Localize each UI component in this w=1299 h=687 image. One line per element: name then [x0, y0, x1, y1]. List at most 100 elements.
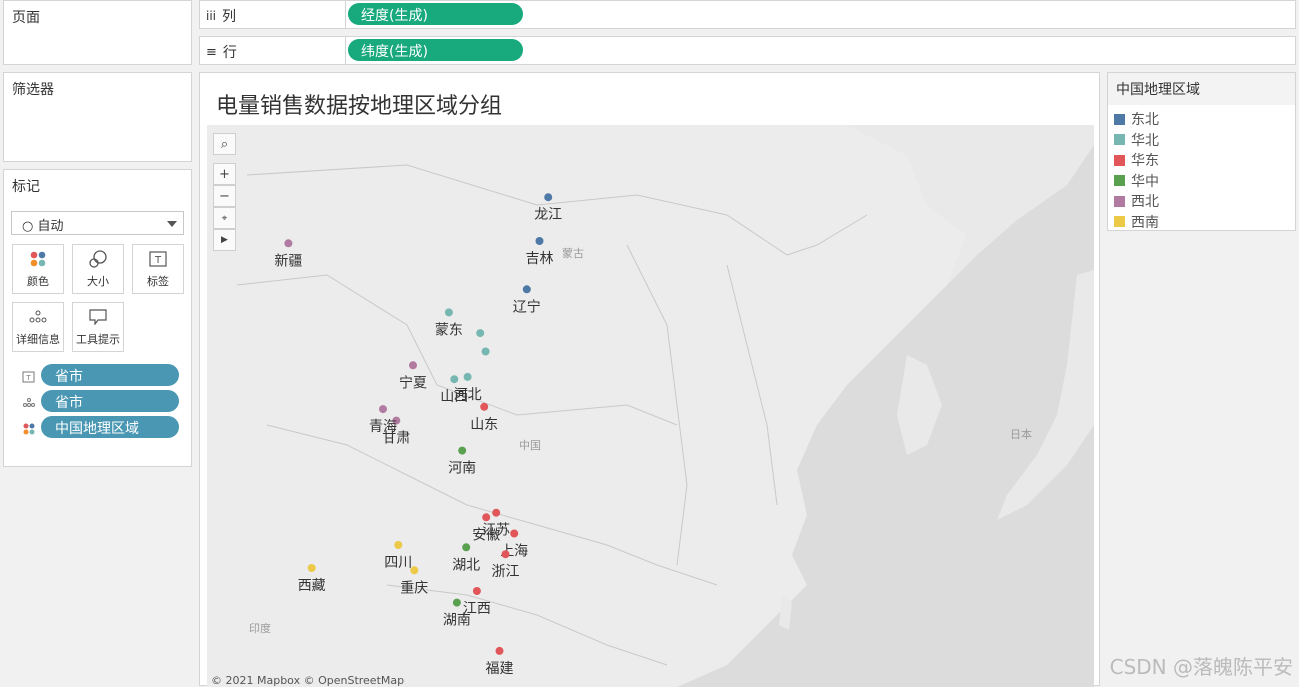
map-point[interactable] — [458, 447, 466, 455]
marks-title: 标记 — [4, 170, 191, 202]
columns-shelf[interactable]: iii 列 经度(生成) — [199, 0, 1296, 29]
legend-item[interactable]: 西南 — [1114, 212, 1159, 232]
map-point[interactable] — [502, 550, 510, 558]
map-point[interactable] — [284, 239, 292, 247]
legend-label: 华北 — [1131, 130, 1159, 150]
filters-panel[interactable]: 筛选器 — [3, 72, 192, 162]
legend-item[interactable]: 华中 — [1114, 171, 1159, 191]
pin-reset-icon[interactable]: ⌖ — [213, 207, 236, 229]
filters-title: 筛选器 — [4, 73, 191, 105]
point-label: 宁夏 — [399, 374, 427, 391]
map-point[interactable] — [453, 599, 461, 607]
map-point[interactable] — [510, 530, 518, 538]
detail-dots-icon — [22, 395, 36, 409]
legend-item[interactable]: 西北 — [1114, 191, 1159, 211]
map-point[interactable] — [308, 564, 316, 572]
map-point[interactable] — [473, 587, 481, 595]
svg-text:T: T — [154, 255, 162, 266]
label-button[interactable]: T 标签 — [132, 244, 184, 294]
map-point[interactable] — [464, 373, 472, 381]
color-field-pill[interactable]: 中国地理区域 — [41, 416, 179, 438]
latitude-pill[interactable]: 纬度(生成) — [348, 39, 523, 61]
map-point[interactable] — [379, 405, 387, 413]
legend-swatch — [1114, 216, 1125, 227]
legend-item[interactable]: 华北 — [1114, 130, 1159, 150]
legend-label: 西南 — [1131, 212, 1159, 232]
map-point[interactable] — [450, 375, 458, 383]
zoom-out-icon[interactable]: − — [213, 185, 236, 207]
point-label: 重庆 — [400, 580, 428, 596]
region-legend[interactable]: 中国地理区域 东北华北华东华中西北西南 — [1107, 72, 1296, 231]
point-label: 四川 — [384, 555, 412, 571]
chevron-down-icon — [167, 221, 177, 227]
size-circles-icon — [73, 245, 123, 273]
map-point[interactable] — [523, 285, 531, 293]
point-label: 青海 — [369, 419, 397, 435]
legend-label: 西北 — [1131, 191, 1159, 211]
point-label: 西藏 — [298, 578, 326, 594]
svg-text:T: T — [25, 374, 31, 382]
rows-icon: ≡ — [206, 45, 217, 60]
color-button[interactable]: 颜色 — [12, 244, 64, 294]
search-icon[interactable]: ⌕ — [213, 133, 236, 155]
basemap-label: 中国 — [519, 439, 541, 452]
pages-panel[interactable]: 页面 — [3, 0, 192, 65]
label-T-icon: T — [133, 245, 183, 273]
columns-shelf-label: iii 列 — [206, 6, 236, 26]
legend-label: 华东 — [1131, 150, 1159, 170]
detail-field-pill[interactable]: 省市 — [41, 390, 179, 412]
rows-shelf[interactable]: ≡ 行 纬度(生成) — [199, 36, 1296, 65]
label-T-icon: T — [22, 369, 36, 383]
rows-shelf-label: ≡ 行 — [206, 42, 237, 62]
point-label: 河南 — [448, 461, 476, 477]
columns-icon: iii — [206, 9, 216, 23]
longitude-pill[interactable]: 经度(生成) — [348, 3, 523, 25]
color-dots-icon — [13, 245, 63, 273]
map-point[interactable] — [476, 329, 484, 337]
color-dots-icon — [22, 421, 36, 435]
size-button[interactable]: 大小 — [72, 244, 124, 294]
label-field-pill[interactable]: 省市 — [41, 364, 179, 386]
map-point[interactable] — [492, 509, 500, 517]
legend-label: 华中 — [1131, 171, 1159, 191]
marks-panel: 标记 ○ 自动 颜色 大小 T 标签 详细信息 工具提示 T 省市 — [3, 169, 192, 467]
map-point[interactable] — [536, 237, 544, 245]
map-point[interactable] — [445, 308, 453, 316]
map-view: 电量销售数据按地理区域分组 蒙古中国日本印度龙江吉林辽宁蒙东河北山西山东江苏安徽… — [199, 72, 1100, 686]
map-attribution: © 2021 Mapbox © OpenStreetMap — [211, 674, 404, 687]
point-label: 山西 — [440, 389, 468, 405]
map-point[interactable] — [410, 566, 418, 574]
legend-item[interactable]: 华东 — [1114, 150, 1159, 170]
pages-title: 页面 — [4, 1, 191, 33]
legend-item[interactable]: 东北 — [1114, 109, 1159, 129]
detail-dots-icon — [13, 303, 63, 331]
map-svg[interactable]: 蒙古中国日本印度龙江吉林辽宁蒙东河北山西山东江苏安徽上海浙江江西福建河南湖北湖南… — [207, 125, 1094, 687]
point-label: 蒙东 — [435, 322, 463, 338]
basemap-label: 印度 — [249, 621, 271, 635]
map-canvas[interactable]: 蒙古中国日本印度龙江吉林辽宁蒙东河北山西山东江苏安徽上海浙江江西福建河南湖北湖南… — [207, 125, 1094, 687]
map-point[interactable] — [482, 348, 490, 356]
point-label: 安徽 — [472, 527, 500, 543]
map-point[interactable] — [482, 513, 490, 521]
legend-swatch — [1114, 196, 1125, 207]
map-point[interactable] — [409, 361, 417, 369]
map-title: 电量销售数据按地理区域分组 — [216, 88, 502, 120]
legend-title: 中国地理区域 — [1108, 73, 1295, 105]
basemap-label: 蒙古 — [562, 247, 584, 260]
point-label: 龙江 — [534, 207, 562, 223]
point-label: 辽宁 — [513, 298, 541, 315]
tooltip-button[interactable]: 工具提示 — [72, 302, 124, 352]
mark-type-select[interactable]: ○ 自动 — [11, 211, 184, 235]
zoom-in-icon[interactable]: + — [213, 163, 236, 185]
expand-arrow-icon[interactable]: ▶ — [213, 229, 236, 251]
map-point[interactable] — [496, 647, 504, 655]
basemap-label: 日本 — [1010, 427, 1032, 441]
map-point[interactable] — [462, 543, 470, 551]
map-point[interactable] — [480, 403, 488, 411]
map-point[interactable] — [394, 541, 402, 549]
detail-button[interactable]: 详细信息 — [12, 302, 64, 352]
map-point[interactable] — [544, 193, 552, 201]
legend-swatch — [1114, 175, 1125, 186]
tooltip-bubble-icon — [73, 303, 123, 331]
point-label: 福建 — [486, 661, 514, 677]
